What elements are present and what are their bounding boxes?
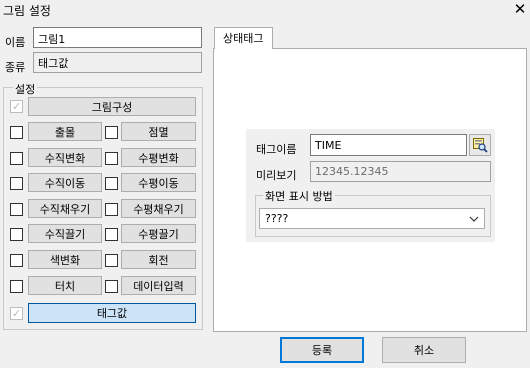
- option-button-left[interactable]: 수직변화: [28, 148, 102, 167]
- name-input[interactable]: 그림1: [33, 27, 202, 48]
- option-button-left[interactable]: 터치: [28, 276, 102, 295]
- option-button-left[interactable]: 수직이동: [28, 173, 102, 192]
- tag-value-checkbox: ✓: [10, 307, 23, 320]
- option-button-right[interactable]: 회전: [121, 250, 196, 269]
- option-checkbox-left[interactable]: [10, 228, 23, 241]
- option-button-left[interactable]: 출몰: [28, 122, 102, 141]
- option-checkbox-left[interactable]: [10, 152, 23, 165]
- type-field: 태그값: [33, 52, 202, 73]
- display-method-select[interactable]: ????: [259, 208, 485, 229]
- picture-composition-checkbox: ✓: [10, 100, 23, 113]
- tag-browse-button[interactable]: [469, 134, 491, 156]
- close-icon[interactable]: ✕: [511, 0, 529, 19]
- name-label: 이름: [5, 36, 26, 49]
- option-button-right[interactable]: 점멸: [121, 122, 196, 141]
- option-button-right[interactable]: 수평변화: [121, 148, 196, 167]
- option-checkbox-left[interactable]: [10, 126, 23, 139]
- option-button-left[interactable]: 색변화: [28, 250, 102, 269]
- option-checkbox-right[interactable]: [105, 203, 118, 216]
- preview-label: 미리보기: [256, 169, 297, 182]
- display-method-value: ????: [265, 212, 289, 225]
- option-checkbox-right[interactable]: [105, 177, 118, 190]
- option-button-left[interactable]: 수직채우기: [28, 199, 102, 218]
- cancel-button[interactable]: 취소: [382, 337, 466, 363]
- option-checkbox-right[interactable]: [105, 126, 118, 139]
- option-checkbox-right[interactable]: [105, 228, 118, 241]
- preview-field: 12345.12345: [310, 161, 491, 182]
- register-button[interactable]: 등록: [280, 337, 364, 363]
- option-button-right[interactable]: 수평채우기: [121, 199, 196, 218]
- option-button-right[interactable]: 수평끌기: [121, 224, 196, 243]
- option-checkbox-left[interactable]: [10, 203, 23, 216]
- tag-browse-icon: [473, 138, 488, 153]
- tag-name-input[interactable]: TIME: [310, 134, 467, 156]
- option-button-right[interactable]: 수평이동: [121, 173, 196, 192]
- option-button-right[interactable]: 데이터입력: [121, 276, 196, 295]
- option-checkbox-left[interactable]: [10, 254, 23, 267]
- option-checkbox-left[interactable]: [10, 280, 23, 293]
- option-checkbox-right[interactable]: [105, 152, 118, 165]
- option-checkbox-right[interactable]: [105, 280, 118, 293]
- window-title: 그림 설정: [3, 4, 51, 18]
- settings-group-title: 설정: [13, 81, 38, 97]
- option-button-left[interactable]: 수직끌기: [28, 224, 102, 243]
- tag-name-label: 태그이름: [256, 143, 297, 156]
- option-checkbox-left[interactable]: [10, 177, 23, 190]
- type-label: 종류: [5, 61, 26, 74]
- display-method-title: 화면 표시 방법: [263, 188, 335, 204]
- picture-composition-button[interactable]: 그림구성: [28, 97, 196, 116]
- chevron-down-icon: [469, 216, 479, 222]
- tag-value-button[interactable]: 태그값: [28, 303, 196, 323]
- option-checkbox-right[interactable]: [105, 254, 118, 267]
- tab-status-tag[interactable]: 상태태그: [214, 27, 273, 49]
